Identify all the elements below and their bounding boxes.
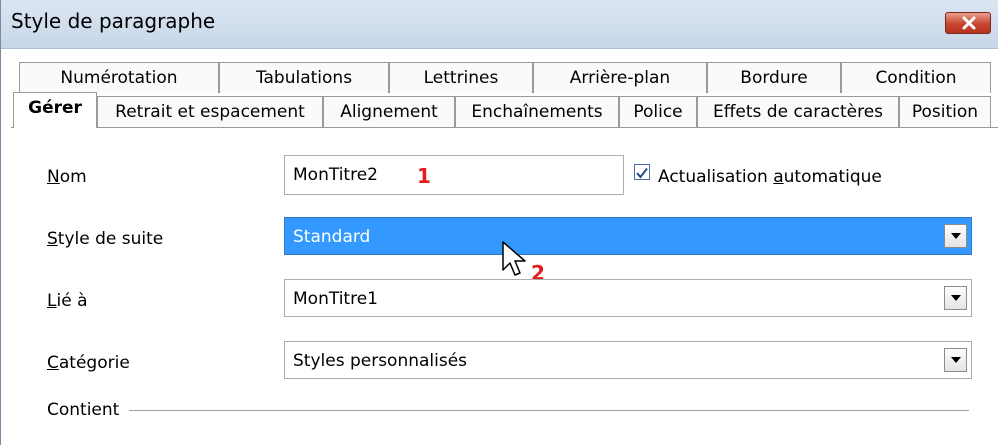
style-suite-value: Standard xyxy=(293,227,371,247)
auto-update-checkbox[interactable] xyxy=(634,164,650,180)
lie-a-select[interactable]: MonTitre1 xyxy=(284,279,972,317)
dialog-window: Style de paragraphe Numérotation Tabulat… xyxy=(0,0,998,445)
tab-enchainements[interactable]: Enchaînements xyxy=(455,96,619,127)
annotation-1: 1 xyxy=(417,164,431,188)
tab-police[interactable]: Police xyxy=(619,96,697,127)
tab-condition[interactable]: Condition xyxy=(841,62,991,93)
style-suite-select[interactable]: Standard xyxy=(284,217,972,255)
chevron-down-icon xyxy=(951,233,961,239)
close-button[interactable] xyxy=(945,12,991,34)
contient-separator xyxy=(129,410,969,411)
chevron-down-icon xyxy=(951,357,961,363)
categorie-dropdown-button[interactable] xyxy=(944,348,967,372)
nom-input[interactable]: MonTitre2 xyxy=(284,155,624,195)
nom-label: Nom xyxy=(47,167,87,187)
close-icon xyxy=(962,16,976,30)
tab-gerer[interactable]: Gérer xyxy=(13,92,97,128)
style-suite-dropdown-button[interactable] xyxy=(944,224,967,248)
tab-numerotation[interactable]: Numérotation xyxy=(19,62,219,93)
window-title: Style de paragraphe xyxy=(11,9,216,33)
auto-update-label[interactable]: Actualisation automatique xyxy=(658,167,882,187)
tab-alignement[interactable]: Alignement xyxy=(323,96,455,127)
checkmark-icon xyxy=(636,167,648,179)
categorie-value: Styles personnalisés xyxy=(293,351,468,371)
lie-a-dropdown-button[interactable] xyxy=(944,286,967,310)
title-bar: Style de paragraphe xyxy=(1,0,998,49)
tab-effets-caracteres[interactable]: Effets de caractères xyxy=(697,96,899,127)
lie-a-label: Lié à xyxy=(47,291,88,311)
mouse-cursor-icon xyxy=(502,241,526,276)
categorie-select[interactable]: Styles personnalisés xyxy=(284,341,972,379)
categorie-label: Catégorie xyxy=(47,353,130,373)
contient-label: Contient xyxy=(47,400,120,420)
tab-position[interactable]: Position xyxy=(899,96,991,127)
tab-tabulations[interactable]: Tabulations xyxy=(219,62,389,93)
tab-arriere-plan[interactable]: Arrière-plan xyxy=(533,62,707,93)
tab-bordure[interactable]: Bordure xyxy=(707,62,841,93)
tab-retrait-espacement[interactable]: Retrait et espacement xyxy=(97,96,323,127)
lie-a-value: MonTitre1 xyxy=(293,289,378,309)
tab-divider xyxy=(11,127,998,128)
tab-lettrines[interactable]: Lettrines xyxy=(389,62,533,93)
chevron-down-icon xyxy=(951,295,961,301)
style-suite-label: Style de suite xyxy=(47,229,164,249)
